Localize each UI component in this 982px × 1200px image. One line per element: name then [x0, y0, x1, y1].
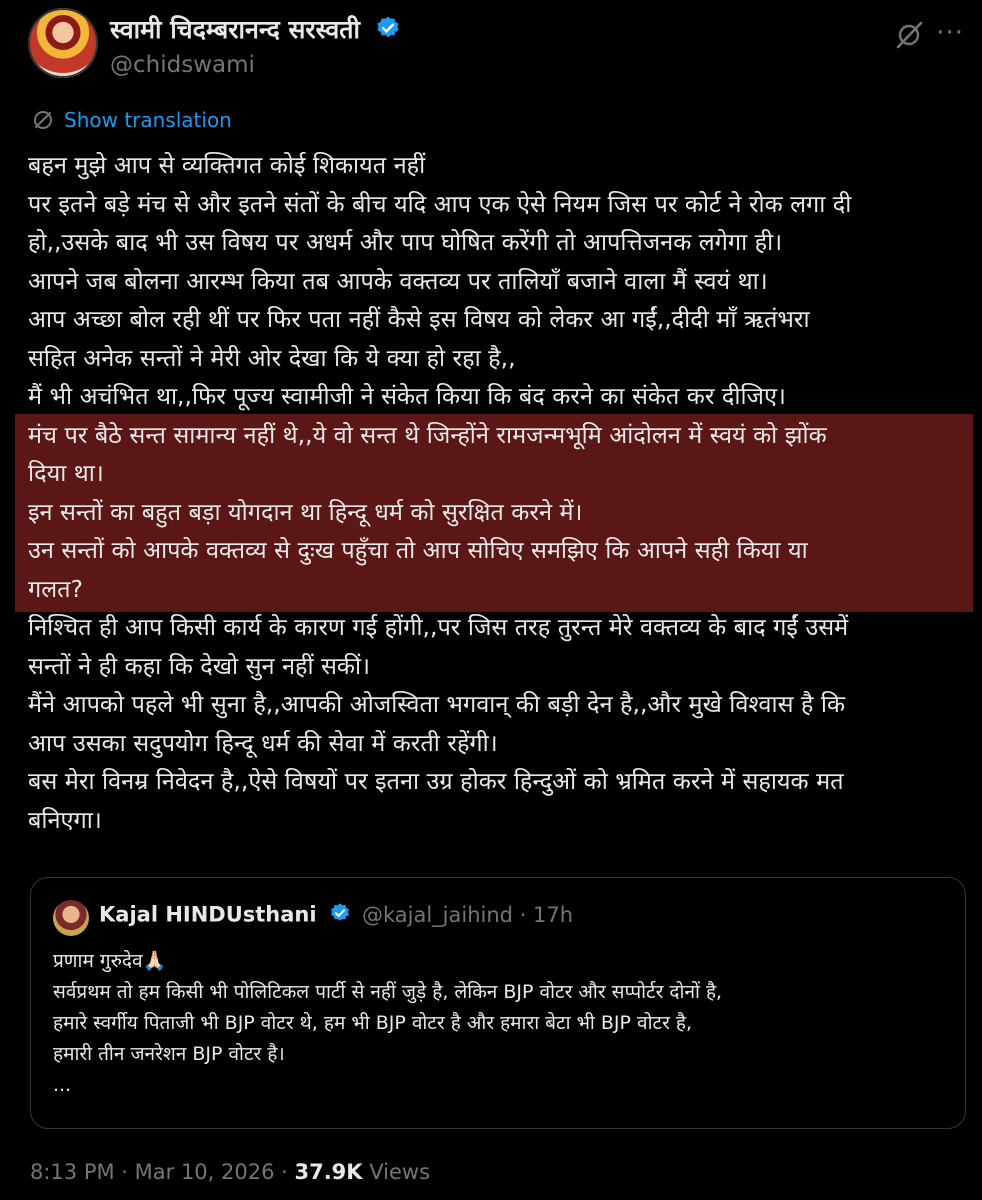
more-options-icon[interactable]: ···	[936, 18, 964, 48]
body-line-highlighted: मंच पर बैठे सन्त सामान्य नहीं थे,,ये वो …	[28, 420, 827, 449]
quoted-line: सर्वप्रथम तो हम किसी भी पोलिटिकल पार्टी …	[53, 981, 723, 1003]
body-line-highlighted: उन सन्तों को आपके वक्तव्य से दुःख पहुँचा…	[28, 536, 808, 564]
show-translation-label[interactable]: Show translation	[64, 108, 232, 132]
author-name[interactable]: स्वामी चिदम्बरानन्द सरस्वती	[110, 15, 360, 44]
author-name-row[interactable]: स्वामी चिदम्बरानन्द सरस्वती	[110, 12, 401, 47]
quoted-line: प्रणाम गुरुदेव🙏🏻	[53, 950, 167, 972]
grok-icon[interactable]	[894, 20, 924, 54]
quoted-line: ...	[53, 1074, 72, 1096]
body-line: सहित अनेक सन्तों ने मेरी ओर देखा कि ये क…	[28, 343, 516, 372]
timestamp[interactable]: 8:13 PM · Mar 10, 2026 ·	[30, 1160, 294, 1184]
quoted-line: हमारे स्वर्गीय पिताजी भी BJP वोटर थे, हम…	[53, 1012, 693, 1034]
body-line: मैं भी अचंभित था,,फिर पूज्य स्वामीजी ने …	[28, 382, 786, 410]
quoted-tweet-card[interactable]: Kajal HINDUsthani @kajal_jaihind · 17h प…	[30, 877, 966, 1129]
author-handle[interactable]: @chidswami	[110, 52, 255, 78]
quoted-body: प्रणाम गुरुदेव🙏🏻 सर्वप्रथम तो हम किसी भी…	[53, 946, 943, 1101]
tweet-meta: 8:13 PM · Mar 10, 2026 · 37.9K Views	[30, 1160, 430, 1184]
body-line: पर इतने बड़े मंच से और इतने संतों के बीच…	[28, 189, 852, 218]
body-line-highlighted: इन सन्तों का बहुत बड़ा योगदान था हिन्दू …	[28, 497, 583, 526]
quoted-author-name[interactable]: Kajal HINDUsthani	[99, 903, 317, 927]
quoted-header: Kajal HINDUsthani @kajal_jaihind · 17h	[99, 902, 573, 929]
body-line: मैंने आपको पहले भी सुना है,,आपकी ओजस्वित…	[28, 690, 846, 718]
quoted-line: हमारी तीन जनरेशन BJP वोटर है।	[53, 1043, 285, 1065]
translate-globe-icon	[32, 109, 54, 131]
show-translation-link[interactable]: Show translation	[32, 106, 232, 134]
body-line: सन्तों ने ही कहा कि देखो सुन नहीं सकीं।	[28, 651, 370, 680]
verified-badge-icon[interactable]	[375, 15, 401, 47]
body-line-highlighted: गलत?	[28, 574, 84, 603]
body-line: आपने जब बोलना आरम्भ किया तब आपके वक्तव्य…	[28, 266, 768, 295]
quoted-author-avatar[interactable]	[53, 900, 89, 936]
body-line: बनिएगा।	[28, 805, 102, 834]
body-line: निश्चित ही आप किसी कार्य के कारण गई होंग…	[28, 613, 849, 641]
tweet-header: स्वामी चिदम्बरानन्द सरस्वती @chidswami ·…	[28, 8, 968, 88]
tweet-body: बहन मुझे आप से व्यक्तिगत कोई शिकायत नहीं…	[28, 146, 968, 839]
body-line: आप उसका सदुपयोग हिन्दू धर्म की सेवा में …	[28, 728, 498, 757]
body-line-highlighted: दिया था।	[28, 459, 104, 487]
body-line: बस मेरा विनम्र निवेदन है,,ऐसे विषयों पर …	[28, 767, 844, 795]
quoted-handle-time[interactable]: @kajal_jaihind · 17h	[362, 903, 573, 927]
body-line: आप अच्छा बोल रही थीं पर फिर पता नहीं कैस…	[28, 305, 810, 333]
author-avatar[interactable]	[28, 8, 98, 78]
views-count[interactable]: 37.9K	[294, 1160, 362, 1184]
body-line: बहन मुझे आप से व्यक्तिगत कोई शिकायत नहीं	[28, 151, 426, 179]
body-line: हो,,उसके बाद भी उस विषय पर अधर्म और पाप …	[28, 228, 783, 256]
views-label: Views	[362, 1160, 431, 1184]
quoted-verified-badge-icon	[329, 902, 351, 929]
